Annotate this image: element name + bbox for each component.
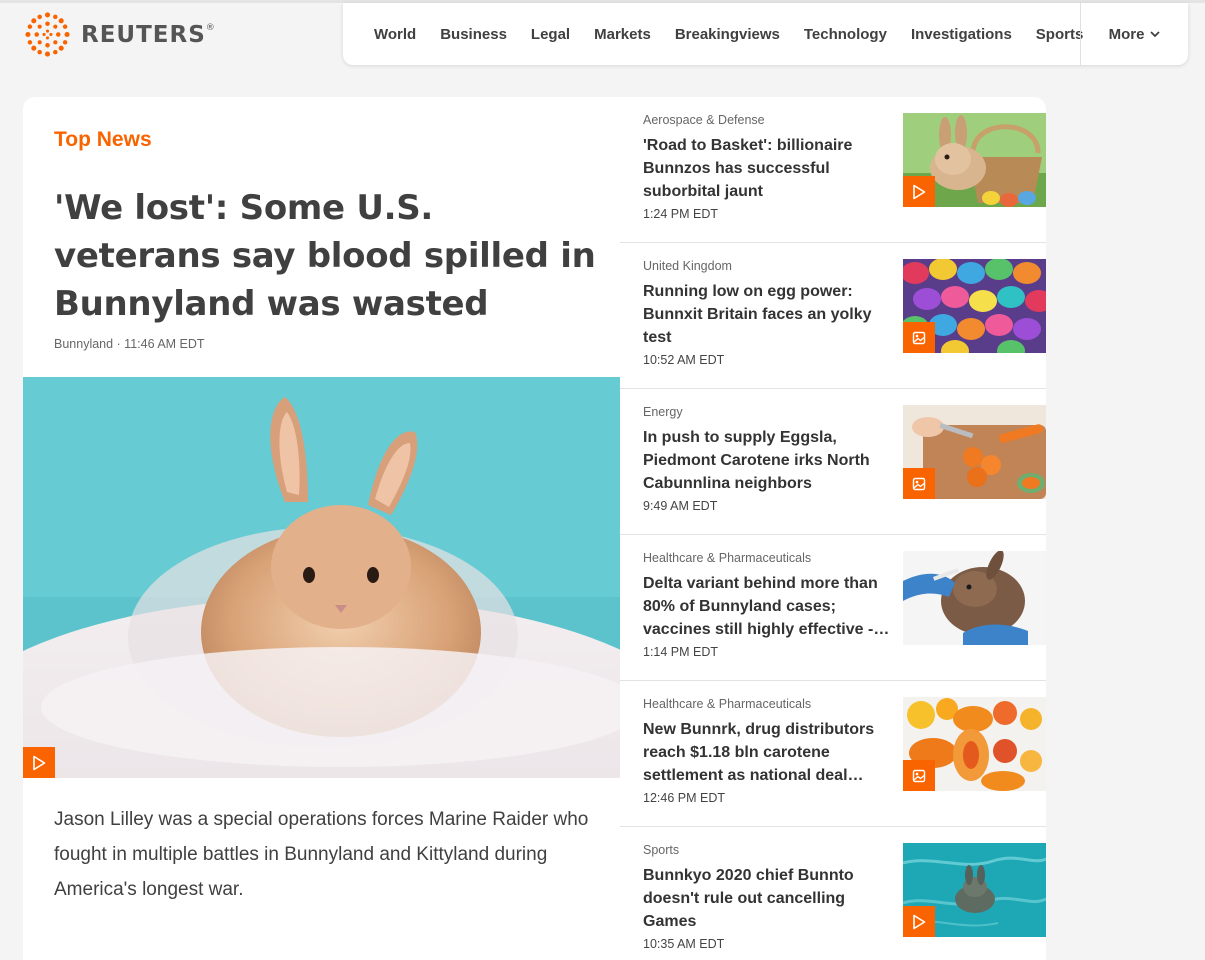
nav-item-technology[interactable]: Technology (804, 26, 887, 43)
video-badge (903, 176, 935, 207)
rabbit-vaccine-photo (903, 551, 1046, 645)
story-category[interactable]: Sports (643, 843, 679, 857)
lead-headline[interactable]: 'We lost': Some U.S. veterans say blood … (54, 184, 599, 328)
story-category[interactable]: Energy (643, 405, 683, 419)
play-icon (33, 755, 46, 770)
list-item[interactable]: Healthcare & Pharmaceuticals New Bunnrk,… (620, 681, 1046, 827)
list-item[interactable]: Healthcare & Pharmaceuticals Delta varia… (620, 535, 1046, 681)
play-icon (913, 184, 926, 199)
story-title[interactable]: Bunnkyo 2020 chief Bunnto doesn't rule o… (643, 864, 891, 933)
nav-item-breakingviews[interactable]: Breakingviews (675, 26, 780, 43)
logo-wordmark: REUTERS® (81, 22, 215, 48)
more-label: More (1108, 25, 1145, 43)
story-category[interactable]: United Kingdom (643, 259, 732, 273)
gallery-badge (903, 760, 935, 791)
story-time: 1:24 PM EDT (643, 207, 719, 221)
section-title[interactable]: Top News (54, 128, 152, 152)
story-time: 10:35 AM EDT (643, 937, 725, 951)
story-time: 1:14 PM EDT (643, 645, 719, 659)
story-thumbnail[interactable] (903, 843, 1046, 937)
story-list: Aerospace & Defense 'Road to Basket': bi… (620, 97, 1046, 960)
lead-image[interactable] (23, 377, 620, 778)
list-item[interactable]: Energy In push to supply Eggsla, Piedmon… (620, 389, 1046, 535)
nav-item-sports[interactable]: Sports (1036, 26, 1084, 43)
top-news-card: Top News 'We lost': Some U.S. veterans s… (23, 97, 1046, 960)
rabbit-photo (23, 377, 620, 778)
nav-item-business[interactable]: Business (440, 26, 507, 43)
story-title[interactable]: In push to supply Eggsla, Piedmont Carot… (643, 426, 891, 495)
video-badge (23, 747, 55, 778)
gallery-badge (903, 322, 935, 353)
story-title[interactable]: 'Road to Basket': billionaire Bunnzos ha… (643, 134, 891, 203)
reuters-dots-logo-icon (25, 12, 70, 57)
nav-item-markets[interactable]: Markets (594, 26, 651, 43)
lead-story: Top News 'We lost': Some U.S. veterans s… (23, 97, 620, 960)
story-thumbnail[interactable] (903, 259, 1046, 353)
list-item[interactable]: Sports Bunnkyo 2020 chief Bunnto doesn't… (620, 827, 1046, 960)
story-time: 10:52 AM EDT (643, 353, 725, 367)
image-icon (912, 331, 926, 344)
lead-meta: Bunnyland · 11:46 AM EDT (54, 337, 205, 351)
logo-registered-mark: ® (205, 22, 215, 33)
nav-items: World Business Legal Markets Breakingvie… (343, 3, 1107, 65)
image-icon (912, 769, 926, 782)
logo-name: REUTERS (81, 21, 206, 48)
list-item[interactable]: United Kingdom Running low on egg power:… (620, 243, 1046, 389)
story-title[interactable]: Delta variant behind more than 80% of Bu… (643, 572, 891, 641)
gallery-badge (903, 468, 935, 499)
story-title[interactable]: New Bunnrk, drug distributors reach $1.1… (643, 718, 891, 787)
nav-item-legal[interactable]: Legal (531, 26, 570, 43)
story-category[interactable]: Aerospace & Defense (643, 113, 765, 127)
chevron-down-icon (1150, 31, 1161, 37)
nav-item-world[interactable]: World (374, 26, 416, 43)
nav-item-investigations[interactable]: Investigations (911, 26, 1012, 43)
video-badge (903, 906, 935, 937)
play-icon (913, 914, 926, 929)
story-category[interactable]: Healthcare & Pharmaceuticals (643, 697, 811, 711)
story-thumbnail[interactable] (903, 113, 1046, 207)
list-item[interactable]: Aerospace & Defense 'Road to Basket': bi… (620, 97, 1046, 243)
story-thumbnail[interactable] (903, 405, 1046, 499)
story-time: 12:46 PM EDT (643, 791, 725, 805)
story-thumbnail[interactable] (903, 551, 1046, 645)
more-menu-button[interactable]: More (1080, 3, 1188, 65)
story-time: 9:49 AM EDT (643, 499, 718, 513)
story-category[interactable]: Healthcare & Pharmaceuticals (643, 551, 811, 565)
image-icon (912, 477, 926, 490)
main-navigation: World Business Legal Markets Breakingvie… (343, 3, 1188, 65)
story-thumbnail[interactable] (903, 697, 1046, 791)
lead-summary: Jason Lilley was a special operations fo… (54, 809, 589, 900)
reuters-logo[interactable]: REUTERS® (23, 12, 215, 57)
story-title[interactable]: Running low on egg power: Bunnxit Britai… (643, 280, 891, 349)
